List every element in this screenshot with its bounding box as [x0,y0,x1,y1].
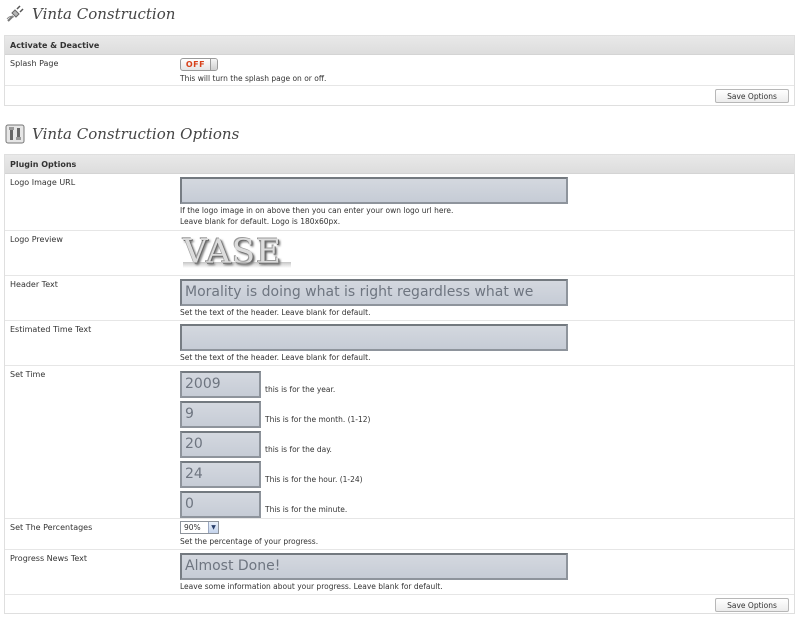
hour-row: 24 This is for the hour. (1-24) [180,458,370,488]
splash-page-description: This will turn the splash page on or off… [180,74,327,83]
estimated-time-input[interactable] [180,324,568,351]
box-header: Activate & Deactive [5,36,794,55]
year-input[interactable]: 2009 [180,371,261,398]
save-row: Save Options [5,86,794,106]
plugin-options-box: Plugin Options Logo Image URL If the log… [4,154,795,614]
logo-url-description-2: Leave blank for default. Logo is 180x60p… [180,217,341,226]
logo-preview-image: VASE [180,232,292,272]
page-title: Vinta Construction [32,5,176,23]
logo-url-input[interactable] [180,177,568,204]
box-header: Plugin Options [5,155,794,174]
logo-url-description-1: If the logo image in on above then you c… [180,206,454,215]
logo-preview-row: Logo Preview VASE [5,231,794,276]
header-text-description: Set the text of the header. Leave blank … [180,308,371,317]
minute-input[interactable]: 0 [180,491,261,518]
estimated-time-row: Estimated Time Text Set the text of the … [5,321,794,366]
year-row: 2009 this is for the year. [180,368,370,398]
set-time-label: Set Time [10,370,46,379]
day-input[interactable]: 20 [180,431,261,458]
splash-page-label: Splash Page [10,59,59,68]
month-description: This is for the month. (1-12) [265,415,371,424]
toggle-knob [210,59,217,70]
estimated-time-label: Estimated Time Text [10,325,92,334]
progress-news-label: Progress News Text [10,554,88,563]
hour-input[interactable]: 24 [180,461,261,488]
chevron-down-icon[interactable]: ▼ [208,522,218,533]
percentage-selected-value: 90% [184,523,201,532]
percentages-row: Set The Percentages 90% ▼ Set the percen… [5,519,794,550]
minute-row: 0 This is for the minute. [180,488,370,518]
splash-page-toggle[interactable]: OFF [180,58,218,71]
header-text-label: Header Text [10,280,58,289]
logo-url-row: Logo Image URL If the logo image in on a… [5,174,794,231]
set-time-row: Set Time 2009 this is for the year. 9 Th… [5,366,794,519]
splash-page-row: Splash Page OFF This will turn the splas… [5,55,794,86]
toggle-state-label: OFF [185,60,206,69]
minute-description: This is for the minute. [265,505,348,514]
progress-news-row: Progress News Text Almost Done! Leave so… [5,550,794,595]
progress-news-description: Leave some information about your progre… [180,582,443,591]
progress-news-input[interactable]: Almost Done! [180,553,568,580]
percentage-select[interactable]: 90% ▼ [180,521,219,534]
save-row: Save Options [5,595,794,615]
day-description: this is for the day. [265,445,332,454]
percentages-description: Set the percentage of your progress. [180,537,319,546]
logo-url-label: Logo Image URL [10,178,76,187]
activate-box: Activate & Deactive Splash Page OFF This… [4,35,795,106]
day-row: 20 this is for the day. [180,428,370,458]
logo-preview-label: Logo Preview [10,235,63,244]
tools-icon [5,124,25,144]
options-title: Vinta Construction Options [32,125,240,143]
section-heading-options: Vinta Construction Options [5,121,239,147]
month-input[interactable]: 9 [180,401,261,428]
save-options-button[interactable]: Save Options [715,89,789,103]
plug-icon [5,4,25,24]
hour-description: This is for the hour. (1-24) [265,475,363,484]
month-row: 9 This is for the month. (1-12) [180,398,370,428]
year-description: this is for the year. [265,385,336,394]
header-text-row: Header Text Morality is doing what is ri… [5,276,794,321]
header-text-input[interactable]: Morality is doing what is right regardle… [180,279,568,306]
section-heading-vinta-construction: Vinta Construction [5,1,175,27]
estimated-time-description: Set the text of the header. Leave blank … [180,353,371,362]
save-options-button[interactable]: Save Options [715,598,789,612]
percentages-label: Set The Percentages [10,523,93,532]
